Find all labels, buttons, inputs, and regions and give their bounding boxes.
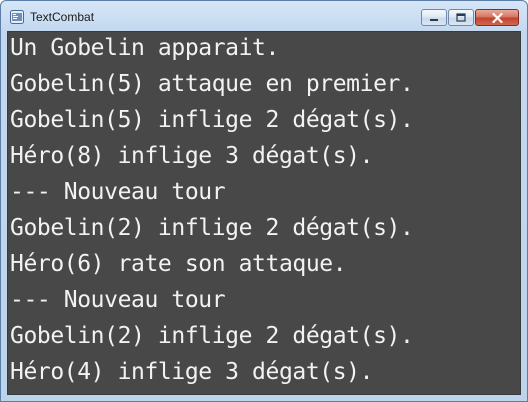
console-line: Héro(8) inflige 3 dégat(s). [10,143,374,169]
console-output[interactable]: Un Gobelin apparait. Gobelin(5) attaque … [7,31,521,395]
minimize-button[interactable] [421,9,447,26]
minimize-icon [430,18,438,21]
console-line: --- Nouveau tour [10,287,226,313]
app-window-icon[interactable] [10,9,24,24]
console-line: Gobelin(2) inflige 2 dégat(s). [10,215,414,241]
console-line: Héro(6) rate son attaque. [10,251,347,277]
console-line: --- Nouveau tour [10,179,226,205]
app-window: TextCombat Un Gobelin apparait. Gobelin(… [0,0,528,402]
caption-buttons [421,9,519,27]
console-line: Héro(4) inflige 3 dégat(s). [10,359,374,385]
window-title: TextCombat [30,10,95,24]
console-line: Gobelin(5) attaque en premier. [10,71,414,97]
close-button[interactable] [475,9,519,26]
console-line: Gobelin(2) inflige 2 dégat(s). [10,323,414,349]
maximize-icon [456,13,466,22]
close-icon [491,12,503,23]
console-line: Un Gobelin apparait. [10,35,279,61]
console-line: Gobelin(5) inflige 2 dégat(s). [10,107,414,133]
title-bar[interactable]: TextCombat [1,1,527,31]
maximize-button[interactable] [448,9,474,26]
